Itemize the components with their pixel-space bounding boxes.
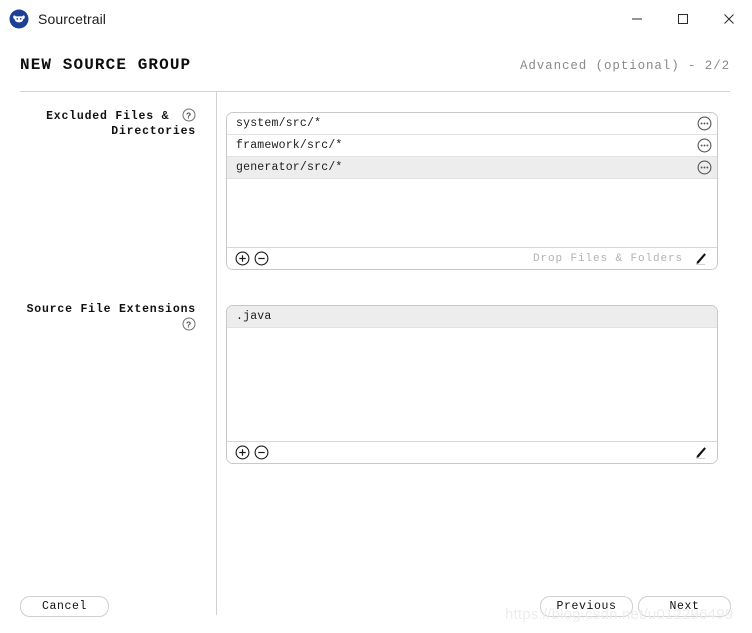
column-divider <box>216 92 217 615</box>
excluded-files-toolbar: Drop Files & Folders <box>227 247 717 269</box>
help-circle-icon[interactable]: ? <box>182 108 196 122</box>
source-file-extensions-toolbar <box>227 441 717 463</box>
drop-files-hint: Drop Files & Folders <box>532 252 683 265</box>
plus-circle-icon[interactable] <box>233 443 252 462</box>
maximize-button[interactable] <box>660 0 706 38</box>
list-item[interactable]: system/src/* <box>227 113 717 135</box>
source-file-extensions-label-text: Source File Extensions <box>26 303 196 316</box>
page-title: NEW SOURCE GROUP <box>20 56 192 74</box>
excluded-files-label: Excluded Files & ? Directories <box>20 108 196 139</box>
list-item-text: generator/src/* <box>236 161 343 174</box>
help-circle-icon[interactable]: ? <box>182 317 196 331</box>
ellipsis-circle-icon[interactable] <box>693 135 715 156</box>
previous-button[interactable]: Previous <box>540 596 633 617</box>
ellipsis-circle-icon[interactable] <box>693 157 715 178</box>
app-title: Sourcetrail <box>38 11 107 27</box>
list-item[interactable]: framework/src/* <box>227 135 717 157</box>
maximize-icon <box>678 14 688 24</box>
excluded-files-listbox[interactable]: system/src/* framework/src/* generator/s… <box>226 112 718 270</box>
source-file-extensions-label: Source File Extensions ? <box>20 302 196 333</box>
close-button[interactable] <box>706 0 752 38</box>
close-icon <box>724 14 734 24</box>
header-divider <box>20 91 730 92</box>
list-item-text: framework/src/* <box>236 139 343 152</box>
list-item-text: .java <box>236 310 272 323</box>
list-item[interactable]: .java <box>227 306 717 328</box>
minimize-icon <box>632 18 642 20</box>
pencil-icon[interactable] <box>691 249 709 268</box>
list-item[interactable]: generator/src/* <box>227 157 717 179</box>
plus-circle-icon[interactable] <box>233 249 252 268</box>
sourcetrail-bull-icon <box>9 9 29 29</box>
excluded-files-label-line2: Directories <box>111 125 196 138</box>
ellipsis-circle-icon[interactable] <box>693 113 715 134</box>
title-bar: Sourcetrail <box>0 0 752 38</box>
minimize-button[interactable] <box>614 0 660 38</box>
svg-text:?: ? <box>186 319 192 329</box>
excluded-files-rows: system/src/* framework/src/* generator/s… <box>227 113 717 179</box>
pencil-icon[interactable] <box>691 443 709 462</box>
source-file-extensions-rows: .java <box>227 306 717 328</box>
list-item-text: system/src/* <box>236 117 322 130</box>
minus-circle-icon[interactable] <box>252 249 271 268</box>
excluded-files-label-line1: Excluded Files & <box>46 110 170 123</box>
cancel-button[interactable]: Cancel <box>20 596 109 617</box>
window-controls <box>614 0 752 38</box>
svg-text:?: ? <box>186 110 192 120</box>
minus-circle-icon[interactable] <box>252 443 271 462</box>
source-file-extensions-listbox[interactable]: .java <box>226 305 718 464</box>
step-indicator: Advanced (optional) - 2/2 <box>519 59 730 73</box>
next-button[interactable]: Next <box>638 596 731 617</box>
